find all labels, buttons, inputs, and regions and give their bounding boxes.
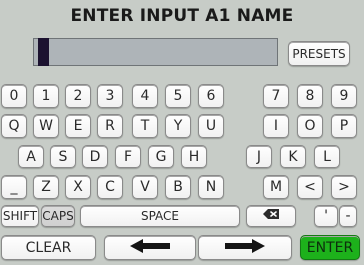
shift-button[interactable]: SHIFT (1, 205, 39, 227)
space-button[interactable]: SPACE (80, 205, 240, 227)
key-n[interactable]: N (198, 175, 224, 199)
key-1[interactable]: 1 (33, 84, 59, 108)
enter-button[interactable]: ENTER (300, 235, 360, 260)
key-a[interactable]: A (18, 145, 44, 168)
key-apostrophe[interactable]: ' (314, 205, 338, 227)
cursor-left-button[interactable] (104, 235, 196, 260)
page-title: ENTER INPUT A1 NAME (70, 6, 294, 26)
key-x[interactable]: X (65, 175, 91, 199)
key-f[interactable]: F (115, 145, 141, 168)
key-m[interactable]: M (263, 175, 289, 199)
key-w[interactable]: W (33, 114, 59, 138)
key-7[interactable]: 7 (263, 84, 289, 108)
key-hyphen[interactable]: - (339, 205, 357, 227)
key-t[interactable]: T (132, 114, 158, 138)
clear-button[interactable]: CLEAR (1, 235, 96, 260)
key-2[interactable]: 2 (65, 84, 91, 108)
caps-button[interactable]: CAPS (41, 205, 75, 227)
key-z[interactable]: Z (33, 175, 59, 199)
key-o[interactable]: O (297, 114, 323, 138)
key-0[interactable]: 0 (1, 84, 27, 108)
key-d[interactable]: D (82, 145, 108, 168)
key-u[interactable]: U (198, 114, 224, 138)
key-i[interactable]: I (263, 114, 289, 138)
arrow-right-icon (224, 238, 266, 258)
key-underscore[interactable]: _ (1, 175, 27, 199)
key-greater-than[interactable]: > (331, 175, 357, 199)
key-p[interactable]: P (331, 114, 357, 138)
keyboard-panel: ENTER INPUT A1 NAME PRESETS 0 1 2 3 4 5 … (0, 0, 364, 265)
key-s[interactable]: S (50, 145, 76, 168)
key-8[interactable]: 8 (297, 84, 323, 108)
key-9[interactable]: 9 (331, 84, 357, 108)
key-c[interactable]: C (97, 175, 123, 199)
cursor-right-button[interactable] (198, 235, 292, 260)
key-h[interactable]: H (181, 145, 207, 168)
key-y[interactable]: Y (165, 114, 191, 138)
key-5[interactable]: 5 (165, 84, 191, 108)
key-r[interactable]: R (97, 114, 123, 138)
key-j[interactable]: J (246, 145, 272, 168)
presets-button[interactable]: PRESETS (288, 41, 350, 66)
key-q[interactable]: Q (1, 114, 27, 138)
key-k[interactable]: K (280, 145, 306, 168)
key-less-than[interactable]: < (297, 175, 323, 199)
text-cursor (38, 38, 49, 66)
backspace-button[interactable] (246, 205, 296, 227)
arrow-left-icon (129, 238, 171, 258)
backspace-icon (262, 208, 280, 224)
key-v[interactable]: V (132, 175, 158, 199)
key-6[interactable]: 6 (198, 84, 224, 108)
key-b[interactable]: B (165, 175, 191, 199)
key-g[interactable]: G (148, 145, 174, 168)
key-e[interactable]: E (65, 114, 91, 138)
key-l[interactable]: L (314, 145, 340, 168)
key-3[interactable]: 3 (97, 84, 123, 108)
name-input[interactable] (33, 38, 278, 66)
key-4[interactable]: 4 (132, 84, 158, 108)
